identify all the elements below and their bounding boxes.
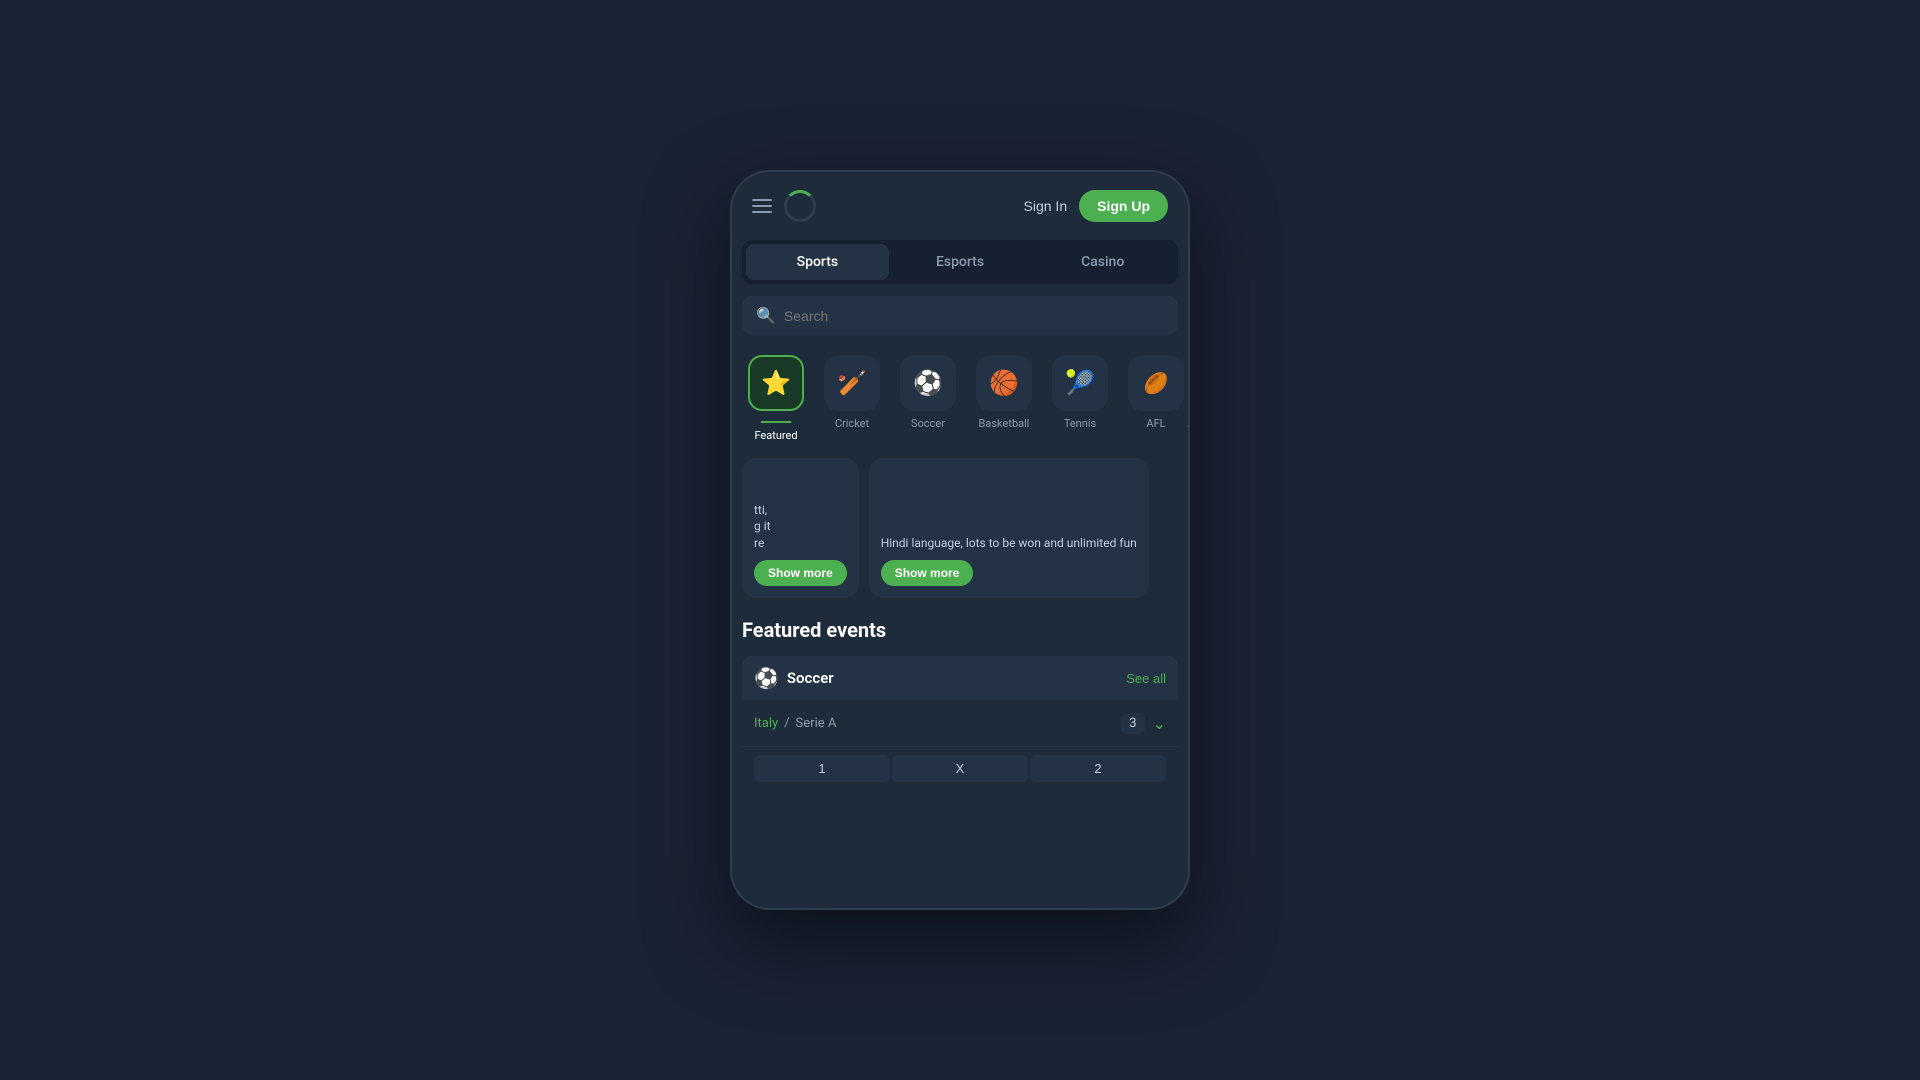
featured-events: Featured events ⚽ Soccer See all Italy /… bbox=[732, 610, 1188, 790]
category-afl[interactable]: 🏉 AFL bbox=[1122, 355, 1188, 442]
basketball-icon-wrap: 🏀 bbox=[976, 355, 1032, 411]
afl-icon: 🏉 bbox=[1144, 371, 1169, 395]
star-icon: ⭐ bbox=[761, 369, 791, 397]
soccer-see-all-button[interactable]: See all bbox=[1126, 671, 1166, 686]
category-tennis[interactable]: 🎾 Tennis bbox=[1046, 355, 1114, 442]
promo-card-1: tti,g itre Show more bbox=[742, 458, 859, 598]
american-football-label: American Football bbox=[1187, 417, 1188, 430]
promo-text-2: Hindi language, lots to be won and unlim… bbox=[881, 535, 1137, 552]
odds-btn-1[interactable]: 1 bbox=[754, 755, 890, 782]
cricket-icon: 🏏 bbox=[837, 369, 867, 397]
category-cricket[interactable]: 🏏 Cricket bbox=[818, 355, 886, 442]
category-soccer[interactable]: ⚽ Soccer bbox=[894, 355, 962, 442]
soccer-icon-wrap: ⚽ bbox=[900, 355, 956, 411]
search-bar[interactable]: 🔍 bbox=[742, 296, 1178, 335]
active-underline bbox=[761, 421, 791, 423]
header-left bbox=[752, 190, 816, 222]
categories-scroll: ⭐ Featured 🏏 Cricket ⚽ Soccer 🏀 Basketba… bbox=[732, 347, 1188, 446]
tab-casino[interactable]: Casino bbox=[1031, 244, 1174, 280]
logo-spinner bbox=[784, 190, 816, 222]
soccer-sport-icon: ⚽ bbox=[754, 666, 779, 690]
match-league-info: Italy / Serie A bbox=[754, 716, 836, 731]
tennis-icon-wrap: 🎾 bbox=[1052, 355, 1108, 411]
odds-btn-2[interactable]: 2 bbox=[1030, 755, 1166, 782]
match-row: Italy / Serie A 3 ⌄ bbox=[742, 701, 1178, 747]
promo-card-2: Hindi language, lots to be won and unlim… bbox=[869, 458, 1149, 598]
tab-sports[interactable]: Sports bbox=[746, 244, 889, 280]
match-right: 3 ⌄ bbox=[1121, 713, 1166, 734]
phone-frame: Sign In Sign Up Sports Esports Casino 🔍 … bbox=[730, 170, 1190, 910]
show-more-button-1[interactable]: Show more bbox=[754, 560, 847, 586]
tennis-icon: 🎾 bbox=[1065, 369, 1095, 397]
cricket-icon-wrap: 🏏 bbox=[824, 355, 880, 411]
search-input[interactable] bbox=[784, 308, 1164, 324]
basketball-label: Basketball bbox=[979, 417, 1030, 430]
soccer-label: Soccer bbox=[911, 417, 945, 430]
league-link[interactable]: Italy bbox=[754, 716, 778, 731]
odds-row: 1 X 2 bbox=[742, 747, 1178, 790]
tennis-label: Tennis bbox=[1064, 417, 1096, 430]
featured-events-title: Featured events bbox=[742, 618, 1178, 642]
search-icon: 🔍 bbox=[756, 306, 776, 325]
odds-btn-x[interactable]: X bbox=[892, 755, 1028, 782]
soccer-section-left: ⚽ Soccer bbox=[754, 666, 834, 690]
show-more-button-2[interactable]: Show more bbox=[881, 560, 974, 586]
sign-up-button[interactable]: Sign Up bbox=[1079, 190, 1168, 222]
afl-label: AFL bbox=[1146, 417, 1165, 430]
soccer-section-header: ⚽ Soccer See all bbox=[742, 656, 1178, 700]
header: Sign In Sign Up bbox=[732, 172, 1188, 240]
featured-icon-wrap: ⭐ bbox=[748, 355, 804, 411]
menu-icon[interactable] bbox=[752, 199, 772, 213]
header-right: Sign In Sign Up bbox=[1024, 190, 1168, 222]
tab-esports[interactable]: Esports bbox=[889, 244, 1032, 280]
basketball-icon: 🏀 bbox=[989, 369, 1019, 397]
league-sep: / bbox=[784, 716, 789, 731]
soccer-ball-icon: ⚽ bbox=[913, 369, 943, 397]
afl-icon-wrap: 🏉 bbox=[1128, 355, 1184, 411]
promo-text-1: tti,g itre bbox=[754, 502, 847, 552]
match-count: 3 bbox=[1121, 713, 1144, 734]
category-featured[interactable]: ⭐ Featured bbox=[742, 355, 810, 442]
featured-label: Featured bbox=[754, 429, 797, 442]
sign-in-button[interactable]: Sign In bbox=[1024, 198, 1068, 214]
cricket-label: Cricket bbox=[835, 417, 869, 430]
chevron-down-icon[interactable]: ⌄ bbox=[1153, 714, 1166, 733]
category-basketball[interactable]: 🏀 Basketball bbox=[970, 355, 1038, 442]
league-name: Serie A bbox=[796, 716, 837, 731]
soccer-sport-name: Soccer bbox=[787, 669, 834, 687]
nav-tabs: Sports Esports Casino bbox=[742, 240, 1178, 284]
promo-cards: tti,g itre Show more Hindi language, lot… bbox=[732, 446, 1188, 610]
